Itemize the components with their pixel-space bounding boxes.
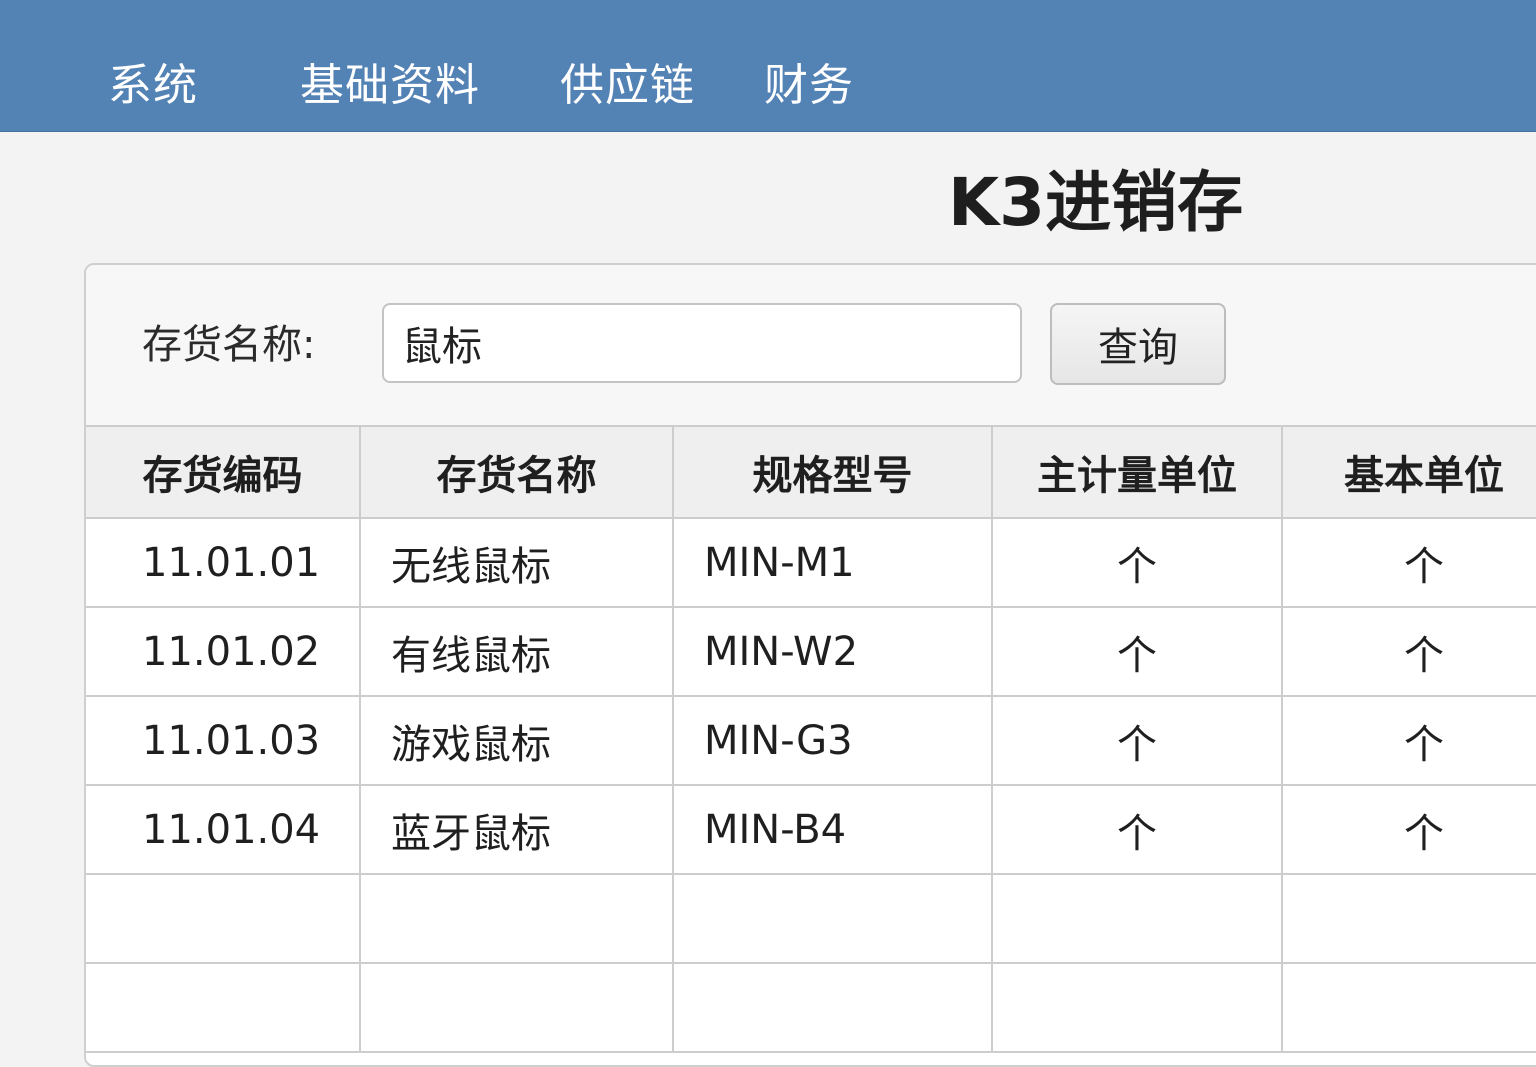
cell-main-unit: 个 xyxy=(991,695,1283,786)
empty-cell xyxy=(672,873,993,964)
cell-main-unit: 个 xyxy=(991,517,1283,608)
inventory-table: 存货编码 存货名称 规格型号 主计量单位 基本单位 11.01.01 无线鼠标 … xyxy=(86,425,1536,1053)
cell-spec: MIN-G3 xyxy=(672,695,993,786)
cell-main-unit: 个 xyxy=(991,606,1283,697)
cell-base-unit: 个 xyxy=(1281,784,1536,875)
column-header-spec[interactable]: 规格型号 xyxy=(672,425,993,519)
empty-cell xyxy=(359,873,674,964)
cell-name: 有线鼠标 xyxy=(359,606,674,697)
empty-cell xyxy=(991,962,1283,1053)
search-label: 存货名称: xyxy=(142,322,316,368)
cell-code: 11.01.04 xyxy=(86,784,361,875)
empty-cell xyxy=(1281,873,1536,964)
inventory-panel: 存货名称: 查询 存货编码 存货名称 规格型号 主计量单位 基本单位 11.01… xyxy=(84,263,1536,1067)
cell-spec: MIN-M1 xyxy=(672,517,993,608)
cell-base-unit: 个 xyxy=(1281,606,1536,697)
menu-item-supply-chain[interactable]: 供应链 xyxy=(560,56,695,116)
search-bar: 存货名称: 查询 xyxy=(86,265,1536,425)
app-title: K3进销存 xyxy=(948,164,1244,241)
column-header-name[interactable]: 存货名称 xyxy=(359,425,674,519)
table-row[interactable]: 11.01.02 有线鼠标 MIN-W2 个 个 xyxy=(86,606,1536,697)
menu-item-system[interactable]: 系统 xyxy=(108,56,198,116)
menu-bar: 系统 基础资料 供应链 财务 xyxy=(0,0,1536,132)
cell-spec: MIN-W2 xyxy=(672,606,993,697)
cell-name: 蓝牙鼠标 xyxy=(359,784,674,875)
cell-name: 无线鼠标 xyxy=(359,517,674,608)
empty-cell xyxy=(672,962,993,1053)
empty-cell xyxy=(991,873,1283,964)
empty-cell xyxy=(359,962,674,1053)
table-row[interactable]: 11.01.03 游戏鼠标 MIN-G3 个 个 xyxy=(86,695,1536,786)
menu-item-finance[interactable]: 财务 xyxy=(764,56,854,116)
column-header-code[interactable]: 存货编码 xyxy=(86,425,361,519)
query-button[interactable]: 查询 xyxy=(1050,303,1226,385)
cell-spec: MIN-B4 xyxy=(672,784,993,875)
inventory-name-input[interactable] xyxy=(382,303,1022,383)
column-header-main-unit[interactable]: 主计量单位 xyxy=(991,425,1283,519)
cell-code: 11.01.03 xyxy=(86,695,361,786)
cell-base-unit: 个 xyxy=(1281,695,1536,786)
cell-main-unit: 个 xyxy=(991,784,1283,875)
empty-cell xyxy=(1281,962,1536,1053)
cell-name: 游戏鼠标 xyxy=(359,695,674,786)
menu-item-basic-data[interactable]: 基础资料 xyxy=(300,56,480,116)
table-row[interactable]: 11.01.01 无线鼠标 MIN-M1 个 个 xyxy=(86,517,1536,608)
empty-cell xyxy=(86,873,361,964)
cell-base-unit: 个 xyxy=(1281,517,1536,608)
empty-table-row[interactable] xyxy=(86,873,1536,964)
empty-cell xyxy=(86,962,361,1053)
table-header-row: 存货编码 存货名称 规格型号 主计量单位 基本单位 xyxy=(86,425,1536,519)
cell-code: 11.01.02 xyxy=(86,606,361,697)
table-row[interactable]: 11.01.04 蓝牙鼠标 MIN-B4 个 个 xyxy=(86,784,1536,875)
column-header-base-unit[interactable]: 基本单位 xyxy=(1281,425,1536,519)
cell-code: 11.01.01 xyxy=(86,517,361,608)
empty-table-row[interactable] xyxy=(86,962,1536,1053)
